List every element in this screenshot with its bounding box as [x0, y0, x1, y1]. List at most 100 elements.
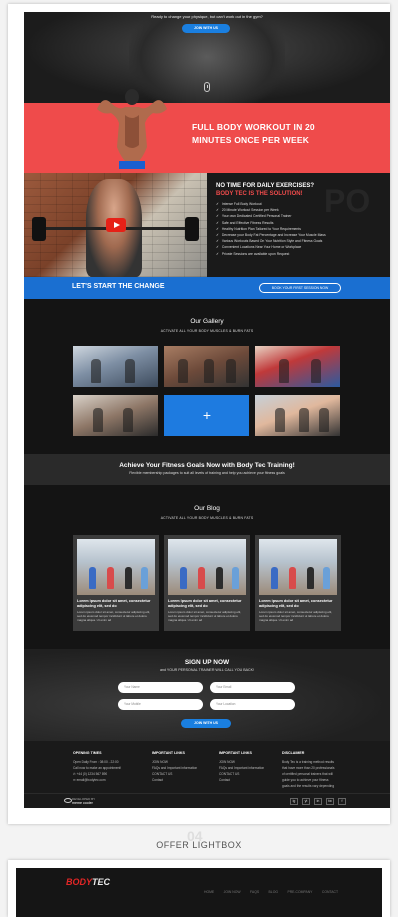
gym-person	[319, 408, 329, 432]
barbell-plate-right	[185, 217, 199, 241]
achieve-band: Achieve Your Fitness Goals Now with Body…	[24, 454, 390, 485]
achieve-subtitle: Flexible membership packages to suit all…	[129, 471, 285, 475]
name-field[interactable]: Your Name	[118, 682, 203, 693]
top-nav: HOME JOIN NOW FAQS BLOG PRE-COMPANY CONT…	[204, 880, 343, 898]
blog-card-excerpt: Lorem ipsum dolor sit amet, consectetur …	[77, 610, 151, 622]
blog-card[interactable]: Lorem ipsum dolor sit amet, consectetur …	[73, 535, 159, 631]
gym-person	[204, 359, 214, 383]
brand-logo[interactable]: BODYTEC	[66, 877, 110, 887]
email-field[interactable]: Your Email	[210, 682, 295, 693]
workout-title: FULL BODY WORKOUT IN 20 MINUTES ONCE PER…	[192, 122, 315, 145]
nav-item[interactable]: FAQS	[250, 890, 259, 894]
linkedin-icon[interactable]: in	[314, 798, 322, 805]
benefits-list: ✓ Intense Full Body Workout ✓ 20 Minute Wo…	[216, 201, 326, 257]
spin-class-person	[307, 567, 314, 589]
nav-item[interactable]: PRE-COMPANY	[287, 890, 312, 894]
spin-class-person	[180, 567, 187, 589]
nav-item[interactable]: BLOG	[269, 890, 278, 894]
check-icon: ✓	[216, 220, 219, 225]
hero-join-button[interactable]: JOIN WITH US	[182, 24, 230, 33]
gym-person	[178, 359, 188, 383]
nav-item[interactable]: CONTACT	[322, 890, 338, 894]
gallery-image[interactable]	[73, 346, 158, 387]
workout-banner: FULL BODY WORKOUT IN 20 MINUTES ONCE PER…	[24, 89, 390, 173]
check-icon: ✓	[216, 251, 219, 256]
gym-person	[123, 408, 133, 432]
nav-item[interactable]: HOME	[204, 890, 214, 894]
spin-class-person	[141, 567, 148, 589]
location-field[interactable]: Your Location	[210, 699, 295, 710]
email-line[interactable]: ✉ email@bodytec.com	[73, 777, 121, 783]
blog-card-title[interactable]: Lorem ipsum dolor sit amet, consectetur …	[77, 599, 155, 609]
gym-person	[299, 408, 309, 432]
spin-class-person	[125, 567, 132, 589]
blog-title: Our Blog	[194, 505, 220, 512]
check-icon: ✓	[216, 208, 219, 213]
spin-class-person	[323, 567, 330, 589]
check-icon: ✓	[216, 202, 219, 206]
offer-lightbox-header: BODYTEC HOME JOIN NOW FAQS BLOG PRE-COMP…	[16, 868, 382, 917]
instagram-icon[interactable]: ig	[290, 798, 298, 805]
achieve-title: Achieve Your Fitness Goals Now with Body…	[119, 462, 295, 469]
footer-opening-times: OPENING TIMES Open Daily From : 08:00 - …	[73, 751, 122, 783]
blog-card-title[interactable]: Lorem ipsum dolor sit amet, consectetur …	[259, 599, 337, 609]
spin-class-person	[289, 567, 296, 589]
gym-person	[279, 359, 289, 383]
facebook-icon[interactable]: f	[338, 798, 346, 805]
landing-page-preview-frame: Ready to change your physique, but can't…	[8, 4, 390, 824]
book-session-button[interactable]: BOOK YOUR FIRST SESSION NOW	[259, 283, 341, 293]
check-icon: ✓	[216, 245, 219, 250]
signup-section: SIGN UP NOW and YOUR PERSONAL TRAINER WI…	[24, 649, 390, 741]
spin-class-person	[107, 567, 114, 589]
gallery-image[interactable]	[255, 346, 340, 387]
cta-band: LET'S START THE CHANGE BOOK YOUR FIRST S…	[24, 277, 390, 299]
gym-person	[226, 359, 236, 383]
gallery-image-hover[interactable]: +	[164, 395, 249, 436]
blog-subtitle: ACTIVATE ALL YOUR BODY MUSCLES & BURN FA…	[160, 516, 254, 520]
gallery-image[interactable]	[164, 346, 249, 387]
mobile-field[interactable]: Your Mobile	[118, 699, 203, 710]
spin-class-person	[271, 567, 278, 589]
youtube-icon[interactable]: yt	[302, 798, 310, 805]
spin-class-person	[232, 567, 239, 589]
gallery-image[interactable]	[73, 395, 158, 436]
gallery-section: Our Gallery ACTIVATE ALL YOUR BODY MUSCL…	[24, 299, 390, 454]
section-title: OFFER LIGHTBOX	[156, 840, 242, 850]
gym-person	[275, 408, 285, 432]
footer: OPENING TIMES Open Daily From : 08:00 - …	[24, 741, 390, 808]
hero-section: Ready to change your physique, but can't…	[24, 12, 390, 103]
footer-links-2: IMPORTANT LINKS JOIN NOW FAQs and Import…	[219, 751, 265, 783]
promo-video[interactable]	[24, 173, 207, 277]
check-icon: ✓	[216, 239, 219, 244]
benefit-item: ✓ Private Sessions are available upon Req…	[216, 251, 290, 256]
blog-card-image	[259, 539, 337, 595]
cta-title: LET'S START THE CHANGE	[72, 283, 165, 290]
play-video-icon[interactable]	[106, 218, 126, 232]
no-time-section: PO NO TIME FOR DAILY EXERCISES? BODY TEC…	[24, 173, 390, 277]
no-time-title: NO TIME FOR DAILY EXERCISES?	[216, 183, 315, 189]
signup-subtitle: and YOUR PERSONAL TRAINER WILL CALL YOU …	[159, 668, 255, 672]
blog-card-title[interactable]: Lorem ipsum dolor sit amet, consectetur …	[168, 599, 246, 609]
blog-card-excerpt: Lorem ipsum dolor sit amet, consectetur …	[259, 610, 333, 622]
plus-icon[interactable]: +	[201, 406, 213, 424]
spin-class-person	[216, 567, 223, 589]
gym-person	[91, 359, 101, 383]
no-time-subtitle: BODY TEC IS THE SOLUTION!	[216, 191, 303, 197]
gym-person	[93, 408, 103, 432]
blog-card-image	[168, 539, 246, 595]
gallery-image[interactable]	[255, 395, 340, 436]
scroll-down-icon[interactable]	[204, 82, 210, 92]
gym-person	[311, 359, 321, 383]
blog-card[interactable]: Lorem ipsum dolor sit amet, consectetur …	[164, 535, 250, 631]
footer-link[interactable]: Contact	[152, 777, 197, 783]
twitter-icon[interactable]: tw	[326, 798, 334, 805]
footer-bottom-bar: DEVELOPED BY meme cooler ig yt in tw f	[24, 793, 390, 808]
nav-item[interactable]: JOIN NOW	[224, 890, 241, 894]
blog-card-image	[77, 539, 155, 595]
blog-card[interactable]: Lorem ipsum dolor sit amet, consectetur …	[255, 535, 341, 631]
gallery-subtitle: ACTIVATE ALL YOUR BODY MUSCLES & BURN FA…	[160, 329, 254, 333]
signup-join-button[interactable]: JOIN WITH US	[181, 719, 231, 728]
developer-credit[interactable]: DEVELOPED BY meme cooler	[72, 797, 95, 805]
footer-link[interactable]: Contact	[219, 777, 264, 783]
footer-disclaimer: DISCLAIMER Body Tec is a training method…	[282, 751, 335, 788]
